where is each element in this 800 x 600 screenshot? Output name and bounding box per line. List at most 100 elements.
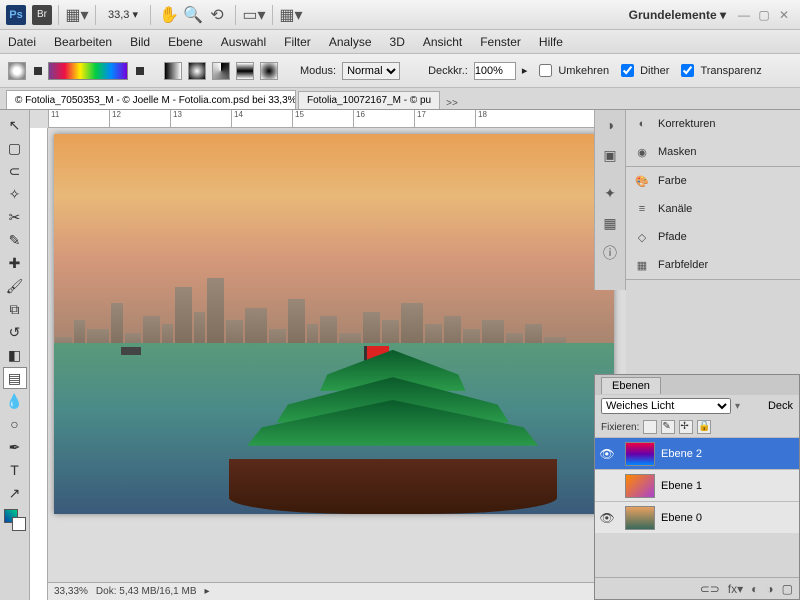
- path-tool-icon[interactable]: ↗: [3, 482, 27, 504]
- minimize-icon[interactable]: —: [737, 8, 751, 22]
- eraser-tool-icon[interactable]: ◧: [3, 344, 27, 366]
- menu-fenster[interactable]: Fenster: [480, 35, 521, 49]
- layer-name[interactable]: Ebene 2: [661, 448, 702, 460]
- transparency-checkbox[interactable]: [681, 64, 694, 77]
- hand-icon[interactable]: ✋: [159, 5, 179, 25]
- panel-masken[interactable]: ◉Masken: [626, 138, 800, 166]
- status-bar: 33,33% Dok: 5,43 MB/16,1 MB ▸: [48, 582, 626, 600]
- gradient-radial-icon[interactable]: [188, 62, 206, 80]
- history-brush-icon[interactable]: ↺: [3, 321, 27, 343]
- tab-doc1[interactable]: © Fotolia_7050353_M - © Joelle M - Fotol…: [6, 90, 296, 109]
- opacity-input[interactable]: [474, 62, 516, 80]
- gradient-reflected-icon[interactable]: [236, 62, 254, 80]
- mode-label: Modus:: [300, 65, 336, 77]
- dither-checkbox[interactable]: [621, 64, 634, 77]
- blend-mode-select[interactable]: Normal: [342, 62, 400, 80]
- restore-icon[interactable]: ▢: [757, 8, 771, 22]
- menu-datei[interactable]: Datei: [8, 35, 36, 49]
- extras-icon[interactable]: ▦▾: [281, 5, 301, 25]
- gradient-diamond-icon[interactable]: [260, 62, 278, 80]
- layer-row[interactable]: Ebene 1: [595, 469, 799, 501]
- screen-mode-icon[interactable]: ▭▾: [244, 5, 264, 25]
- pen-tool-icon[interactable]: ✒: [3, 436, 27, 458]
- rotate-icon[interactable]: ⟲: [207, 5, 227, 25]
- menu-bild[interactable]: Bild: [130, 35, 150, 49]
- layer-thumb[interactable]: [625, 506, 655, 530]
- layer-row[interactable]: 👁 Ebene 0: [595, 501, 799, 533]
- lock-paint-icon[interactable]: ✎: [661, 420, 675, 434]
- rail-mask-icon[interactable]: ▣: [595, 140, 625, 170]
- color-swatches[interactable]: [4, 509, 26, 531]
- lasso-tool-icon[interactable]: ⊂: [3, 160, 27, 182]
- adjust-layer-icon[interactable]: ◑: [766, 582, 773, 596]
- blur-tool-icon[interactable]: 💧: [3, 390, 27, 412]
- menu-auswahl[interactable]: Auswahl: [221, 35, 266, 49]
- document-tabs: © Fotolia_7050353_M - © Joelle M - Fotol…: [0, 88, 800, 110]
- panel-kanale[interactable]: ≡Kanäle: [626, 195, 800, 223]
- menu-ansicht[interactable]: Ansicht: [423, 35, 462, 49]
- lock-move-icon[interactable]: ✢: [679, 420, 693, 434]
- panel-pfade[interactable]: ◇Pfade: [626, 223, 800, 251]
- visibility-icon[interactable]: 👁: [595, 447, 619, 461]
- group-icon[interactable]: ▢: [782, 582, 793, 596]
- crop-tool-icon[interactable]: ✂: [3, 206, 27, 228]
- canvas[interactable]: [54, 134, 614, 514]
- type-tool-icon[interactable]: T: [3, 459, 27, 481]
- panel-farbfelder[interactable]: ▦Farbfelder: [626, 251, 800, 279]
- marquee-tool-icon[interactable]: ▢: [3, 137, 27, 159]
- visibility-icon[interactable]: 👁: [595, 511, 619, 525]
- menu-bearbeiten[interactable]: Bearbeiten: [54, 35, 112, 49]
- panel-korrekturen[interactable]: ◐Korrekturen: [626, 110, 800, 138]
- layer-row[interactable]: 👁 Ebene 2: [595, 437, 799, 469]
- rail-adjust-icon[interactable]: ◑: [595, 110, 625, 140]
- stamp-tool-icon[interactable]: ⧉: [3, 298, 27, 320]
- rail-nav-icon[interactable]: ✦: [595, 178, 625, 208]
- ruler-vertical: [30, 128, 48, 600]
- gradient-angle-icon[interactable]: [212, 62, 230, 80]
- tab-ebenen[interactable]: Ebenen: [601, 377, 661, 394]
- lock-trans-icon[interactable]: [643, 420, 657, 434]
- heal-tool-icon[interactable]: ✚: [3, 252, 27, 274]
- gradient-linear-icon[interactable]: [164, 62, 182, 80]
- tab-doc2[interactable]: Fotolia_10072167_M - © pu: [298, 91, 440, 109]
- layer-blend-select[interactable]: Weiches Licht: [601, 398, 731, 414]
- gradient-preview[interactable]: [48, 62, 128, 80]
- gradient-tool-icon[interactable]: ▤: [3, 367, 27, 389]
- fx-icon[interactable]: fx▾: [728, 582, 743, 596]
- mask-icon[interactable]: ◐: [751, 582, 758, 596]
- layer-name[interactable]: Ebene 0: [661, 512, 702, 524]
- status-doc: Dok: 5,43 MB/16,1 MB: [96, 586, 197, 597]
- close-icon[interactable]: ✕: [777, 8, 791, 22]
- status-zoom[interactable]: 33,33%: [54, 586, 88, 597]
- eyedropper-tool-icon[interactable]: ✎: [3, 229, 27, 251]
- canvas-area: 1112131415161718: [30, 110, 626, 600]
- tool-preset-icon[interactable]: [8, 62, 26, 80]
- layers-panel: Ebenen Weiches Licht ▾ Deck Fixieren: ✎ …: [594, 374, 800, 600]
- bridge-icon[interactable]: Br: [32, 5, 52, 25]
- workspace-switcher[interactable]: Grundelemente ▾: [629, 8, 726, 22]
- brush-tool-icon[interactable]: 🖌: [3, 275, 27, 297]
- layer-name[interactable]: Ebene 1: [661, 480, 702, 492]
- reverse-checkbox[interactable]: [539, 64, 552, 77]
- menu-hilfe[interactable]: Hilfe: [539, 35, 563, 49]
- rail-info-icon[interactable]: ⓘ: [595, 238, 625, 268]
- zoom-level[interactable]: 33,3 ▾: [108, 8, 138, 21]
- panel-farbe[interactable]: 🎨Farbe: [626, 167, 800, 195]
- tabs-overflow[interactable]: >>: [446, 98, 458, 109]
- menu-analyse[interactable]: Analyse: [329, 35, 372, 49]
- menu-filter[interactable]: Filter: [284, 35, 311, 49]
- layer-thumb[interactable]: [625, 474, 655, 498]
- zoom-icon[interactable]: 🔍: [183, 5, 203, 25]
- arrange-icon[interactable]: ▦▾: [67, 5, 87, 25]
- link-layers-icon[interactable]: ⊂⊃: [700, 582, 720, 596]
- rail-hist-icon[interactable]: ▦: [595, 208, 625, 238]
- dodge-tool-icon[interactable]: ○: [3, 413, 27, 435]
- move-tool-icon[interactable]: ↖: [3, 114, 27, 136]
- menu-ebene[interactable]: Ebene: [168, 35, 203, 49]
- layer-thumb[interactable]: [625, 442, 655, 466]
- lock-all-icon[interactable]: 🔒: [697, 420, 711, 434]
- menubar: Datei Bearbeiten Bild Ebene Auswahl Filt…: [0, 30, 800, 54]
- wand-tool-icon[interactable]: ✧: [3, 183, 27, 205]
- toolbox: ↖ ▢ ⊂ ✧ ✂ ✎ ✚ 🖌 ⧉ ↺ ◧ ▤ 💧 ○ ✒ T ↗: [0, 110, 30, 600]
- menu-3d[interactable]: 3D: [390, 35, 405, 49]
